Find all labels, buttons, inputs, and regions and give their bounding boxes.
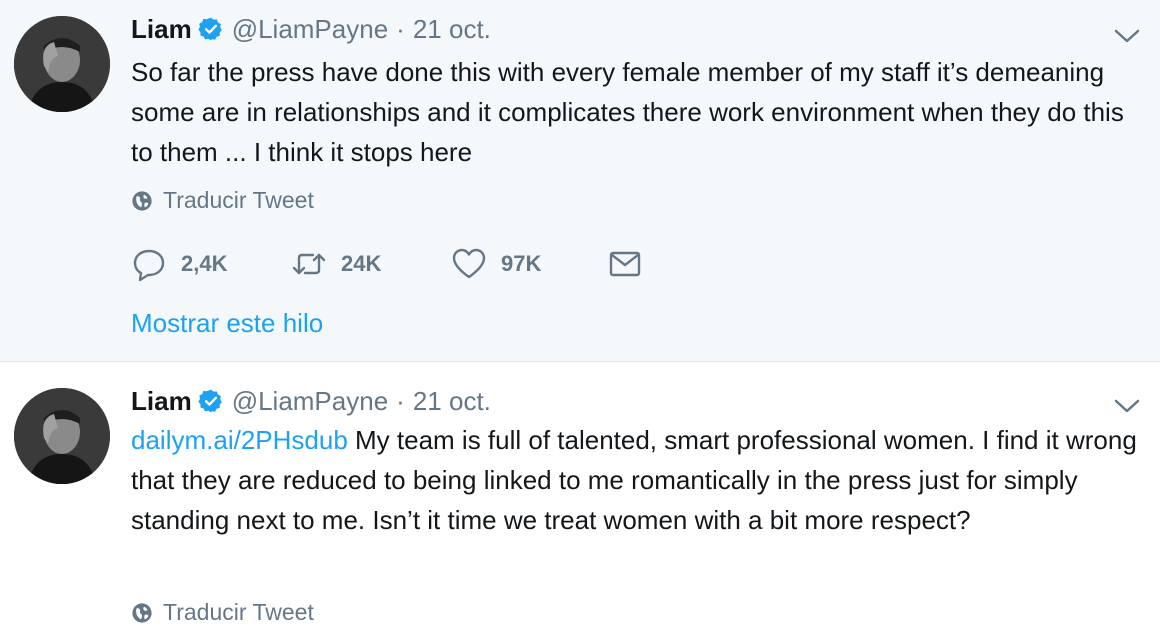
tweet-text: dailym.ai/2PHsdub My team is full of tal… [131, 420, 1151, 540]
author-handle[interactable]: @LiamPayne [232, 386, 388, 417]
tweet-link[interactable]: dailym.ai/2PHsdub [131, 425, 348, 455]
chevron-down-icon[interactable] [1114, 398, 1140, 414]
like-button[interactable]: 97K [451, 246, 607, 282]
avatar[interactable] [14, 16, 110, 112]
tweet-header: Liam @LiamPayne · 21 oct. [131, 12, 491, 46]
retweet-count: 24K [341, 251, 382, 276]
verified-badge-icon [198, 17, 222, 41]
verified-badge-icon [198, 389, 222, 413]
translate-tweet-link[interactable]: Traducir Tweet [131, 599, 314, 626]
chevron-down-icon[interactable] [1114, 28, 1140, 44]
direct-message-icon [609, 251, 641, 277]
avatar-photo [14, 388, 110, 484]
tweet-actions: 2,4K 24K 97K [131, 244, 643, 284]
show-thread-link[interactable]: Mostrar este hilo [131, 308, 323, 339]
author-handle[interactable]: @LiamPayne [232, 14, 388, 45]
like-count: 97K [501, 251, 542, 276]
separator-dot: · [396, 385, 405, 416]
retweet-icon [292, 253, 326, 275]
tweet-2[interactable]: Liam @LiamPayne · 21 oct. dailym.ai/2PHs… [0, 362, 1160, 642]
heart-icon [452, 248, 486, 279]
translate-label: Traducir Tweet [163, 187, 314, 213]
translate-tweet-link[interactable]: Traducir Tweet [131, 187, 314, 214]
author-name[interactable]: Liam [131, 386, 192, 417]
avatar[interactable] [14, 388, 110, 484]
tweet-timestamp[interactable]: 21 oct. [413, 386, 491, 417]
reply-icon [133, 249, 165, 282]
avatar-photo [14, 16, 110, 112]
tweet-1[interactable]: Liam @LiamPayne · 21 oct. So far the pre… [0, 0, 1160, 362]
author-name[interactable]: Liam [131, 14, 192, 45]
separator-dot: · [396, 13, 405, 44]
tweet-text: So far the press have done this with eve… [131, 57, 1124, 167]
tweet-header: Liam @LiamPayne · 21 oct. [131, 384, 491, 418]
reply-count: 2,4K [181, 251, 228, 276]
translate-label: Traducir Tweet [163, 599, 314, 625]
reply-button[interactable]: 2,4K [131, 246, 291, 282]
direct-message-button[interactable] [607, 246, 643, 282]
tweet-timestamp[interactable]: 21 oct. [413, 14, 491, 45]
globe-icon [132, 190, 152, 211]
globe-icon [132, 602, 152, 623]
retweet-button[interactable]: 24K [291, 246, 451, 282]
